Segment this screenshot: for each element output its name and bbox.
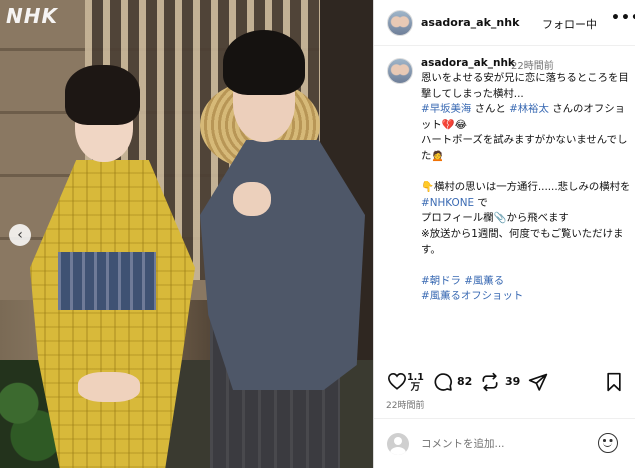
user-avatar (387, 433, 409, 455)
nhk-logo: NHK (6, 4, 58, 28)
comment-icon[interactable] (433, 372, 453, 392)
woman-obi (58, 252, 156, 310)
man-heart-hand (233, 182, 271, 216)
heart-icon[interactable] (387, 372, 407, 390)
bookmark-icon[interactable] (605, 372, 623, 392)
post-side-panel: asadora_ak_nhk フォロー中 ••• asadora_ak_nhk … (373, 0, 635, 468)
caption-username[interactable]: asadora_ak_nhk (421, 57, 515, 69)
hashtag-link[interactable]: #早坂美海 (421, 103, 471, 115)
caption-line: さんと (471, 103, 510, 116)
caption-text: 恩いをよせる安が兄に恋に落ちるところを目撃してしまった横村... #早坂美海 さ… (421, 71, 631, 305)
header-username[interactable]: asadora_ak_nhk (421, 16, 519, 29)
like-count[interactable]: 1.1 万 (407, 373, 424, 393)
share-icon[interactable] (528, 372, 548, 392)
comment-count[interactable]: 82 (457, 375, 472, 388)
caption-avatar[interactable] (387, 58, 413, 84)
post-photo[interactable]: NHK ‹ (0, 0, 373, 468)
emoji-icon[interactable] (598, 433, 618, 453)
like-count-unit: 万 (410, 382, 421, 393)
comment-bar: コメントを追加... (374, 418, 635, 468)
hashtag-link[interactable]: #朝ドラ (421, 275, 461, 287)
caption-line: 恩いをよせる安が兄に恋に落ちるところを目撃してしまった横村... (421, 72, 629, 100)
repost-icon[interactable] (480, 372, 500, 392)
hashtag-link[interactable]: #風薫るオフショット (421, 290, 523, 302)
man-gray-kimono (200, 140, 365, 390)
hashtag-link[interactable]: #林裕太 (509, 103, 549, 115)
action-bar: 1.1 万 82 39 (374, 370, 635, 398)
woman-hands (78, 372, 140, 402)
hashtag-link[interactable]: #風薫る (464, 275, 504, 287)
following-button[interactable]: フォロー中 (542, 16, 597, 32)
caption-line: さんのオフショット💔😂 ハートポーズを試みますがかないませんでした🙍 👇横村の思… (421, 103, 631, 194)
post-timestamp: 22時間前 (386, 401, 425, 411)
previous-photo-button[interactable]: ‹ (9, 224, 31, 246)
profile-avatar[interactable] (387, 10, 413, 36)
man-hair (223, 30, 305, 95)
more-options-icon[interactable]: ••• (611, 10, 635, 26)
caption-time: 22時間前 (511, 61, 554, 72)
hashtag-link[interactable]: #NHKONE (421, 197, 474, 209)
repost-count[interactable]: 39 (505, 375, 520, 388)
post-header: asadora_ak_nhk フォロー中 ••• (374, 0, 635, 46)
woman-hair (65, 65, 140, 125)
comment-input[interactable]: コメントを追加... (421, 436, 505, 451)
